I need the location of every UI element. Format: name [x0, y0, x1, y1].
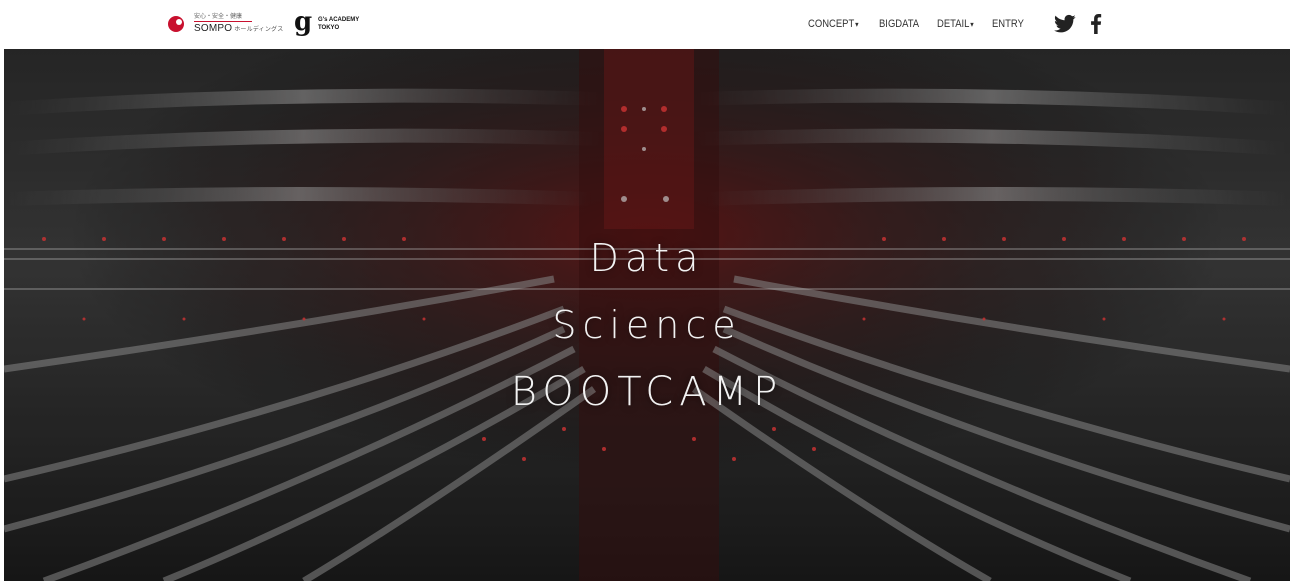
nav-item-entry[interactable]: ENTRY	[992, 18, 1024, 30]
gs-academy-line2: TOKYO	[318, 25, 340, 31]
twitter-icon	[1054, 14, 1076, 33]
sompo-logo[interactable]: 安心・安全・健康 SOMPO ホールディングス	[168, 11, 288, 37]
sompo-rule	[194, 21, 252, 22]
sompo-tagline: 安心・安全・健康	[194, 13, 243, 20]
site-header: 安心・安全・健康 SOMPO ホールディングス g G's ACADEMY TOK…	[0, 0, 1290, 49]
nav-item-detail[interactable]: DETAIL▾	[937, 18, 974, 30]
nav-item-concept[interactable]: CONCEPT▾	[808, 18, 859, 30]
nav-item-label: DETAIL	[937, 18, 970, 30]
gs-academy-logo[interactable]: g G's ACADEMY TOKYO	[294, 7, 384, 37]
sompo-mark-icon	[168, 16, 184, 32]
nav-item-bigdata[interactable]: BIGDATA	[879, 18, 919, 30]
hero-banner: Data Science BOOTCAMP	[4, 49, 1290, 581]
sompo-name-text: SOMPO	[194, 23, 233, 34]
chevron-down-icon: ▾	[970, 20, 975, 29]
gs-academy-line1: G's ACADEMY	[318, 17, 360, 23]
hero-title-line2: Science	[552, 303, 742, 347]
gs-academy-text: G's ACADEMY TOKYO	[318, 16, 359, 32]
nav-item-label: BIGDATA	[878, 18, 919, 30]
main-nav: CONCEPT▾ BIGDATA DETAIL▾ ENTRY	[808, 16, 1041, 32]
nav-item-label: ENTRY	[992, 18, 1025, 30]
facebook-icon	[1091, 14, 1102, 34]
nav-item-label: CONCEPT	[808, 18, 855, 30]
hero-title-line3: BOOTCAMP	[510, 369, 784, 415]
twitter-link[interactable]	[1054, 14, 1076, 34]
sompo-name: SOMPO ホールディングス	[194, 23, 283, 34]
sompo-name-sub: ホールディングス	[234, 26, 284, 33]
chevron-down-icon: ▾	[855, 20, 859, 29]
gs-mark-icon: g	[294, 7, 313, 37]
facebook-link[interactable]	[1090, 14, 1102, 34]
hero-title-line1: Data	[589, 236, 705, 280]
